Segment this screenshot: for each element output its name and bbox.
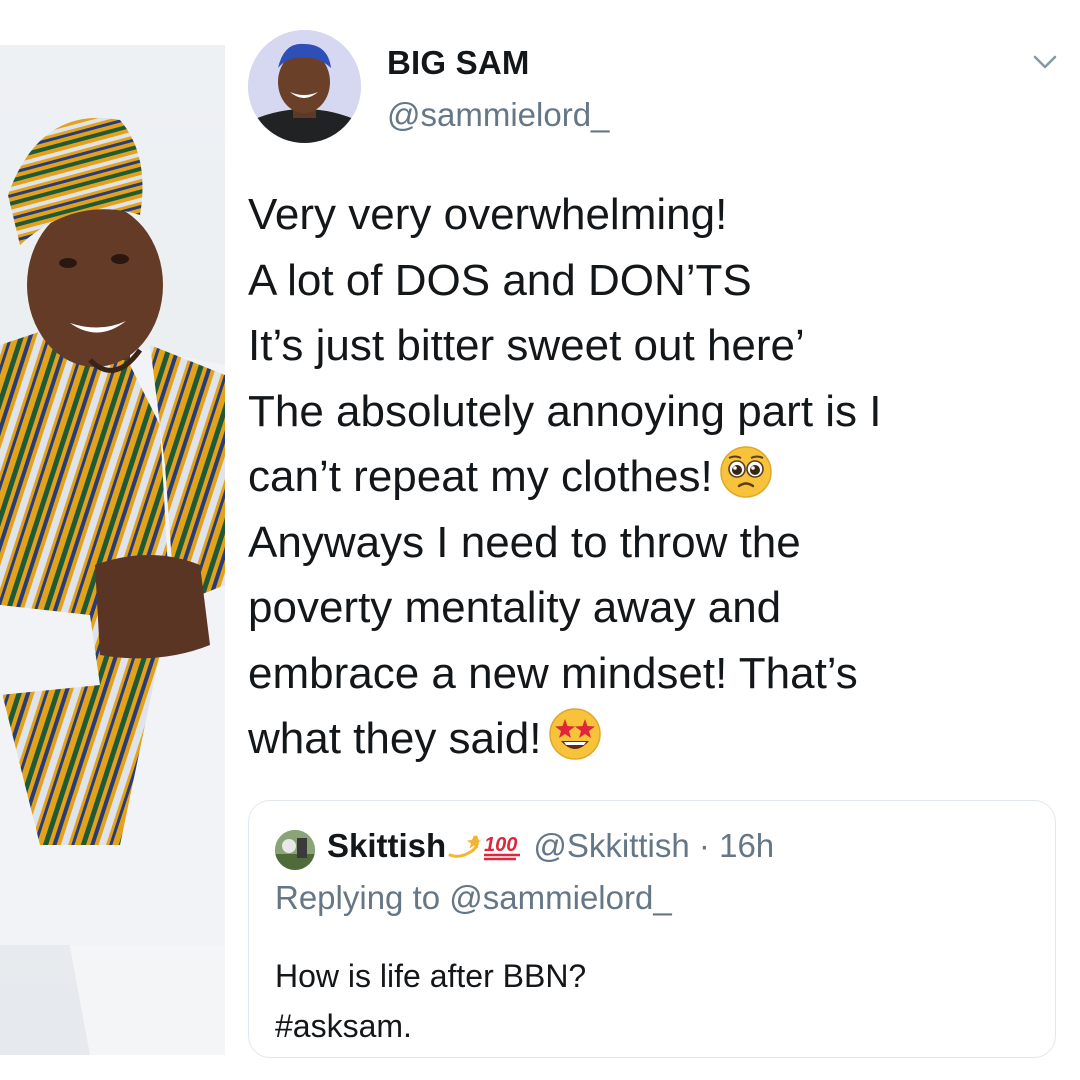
dizzy-icon <box>448 835 482 858</box>
tweet-line: A lot of DOS and DON’TS <box>248 255 752 305</box>
replying-to-label: Replying to <box>275 879 441 916</box>
avatar[interactable] <box>248 30 361 143</box>
tweet-line-text: what they said! <box>248 714 542 763</box>
author-handle[interactable]: @sammielord_ <box>387 96 609 134</box>
tweet-line: It’s just bitter sweet out here’ <box>248 321 805 370</box>
tweet-line-text: can’t repeat my clothes! <box>248 452 713 501</box>
tweet-line: embrace a new mindset! That’s <box>248 648 858 698</box>
tweet-line: what they said! <box>248 706 1048 772</box>
tweet-line: The absolutely annoying part is I <box>248 386 882 436</box>
quoted-timestamp[interactable]: 16h <box>719 827 774 864</box>
tweet-line: Anyways I need to throw the <box>248 517 801 567</box>
quoted-author-handle[interactable]: @Skkittish <box>533 827 689 864</box>
hundred-points-icon: 100 <box>484 834 521 861</box>
profile-photo <box>0 45 225 1055</box>
replying-to-handle[interactable]: @sammielord_ <box>449 879 671 916</box>
svg-text:100: 100 <box>484 834 517 856</box>
chevron-down-icon[interactable] <box>1030 50 1060 74</box>
tweet-text: Very very overwhelming! A lot of DOS and… <box>248 182 1048 772</box>
quoted-tweet[interactable]: Skittish 100 @Skkittish · 16h Replying t… <box>248 800 1056 1058</box>
tweet-line: Very very overwhelming! <box>248 190 728 239</box>
star-struck-emoji <box>548 707 602 761</box>
quoted-author-name[interactable]: Skittish <box>327 827 446 864</box>
tweet-line: can’t repeat my clothes! <box>248 444 1048 510</box>
name-decoration-icons: 100 <box>446 829 524 863</box>
quoted-avatar[interactable] <box>275 830 315 870</box>
quoted-body: How is life after BBN? #asksam. <box>275 951 586 1051</box>
quoted-hashtag[interactable]: #asksam. <box>275 1001 586 1051</box>
pleading-face-emoji <box>719 445 773 499</box>
tweet-line: poverty mentality away and <box>248 583 782 632</box>
separator-dot: · <box>698 827 710 864</box>
author-name[interactable]: BIG SAM <box>387 44 530 82</box>
quoted-body-line: How is life after BBN? <box>275 958 587 994</box>
replying-to: Replying to @sammielord_ <box>275 879 672 917</box>
quoted-header: Skittish 100 @Skkittish · 16h <box>327 827 774 865</box>
